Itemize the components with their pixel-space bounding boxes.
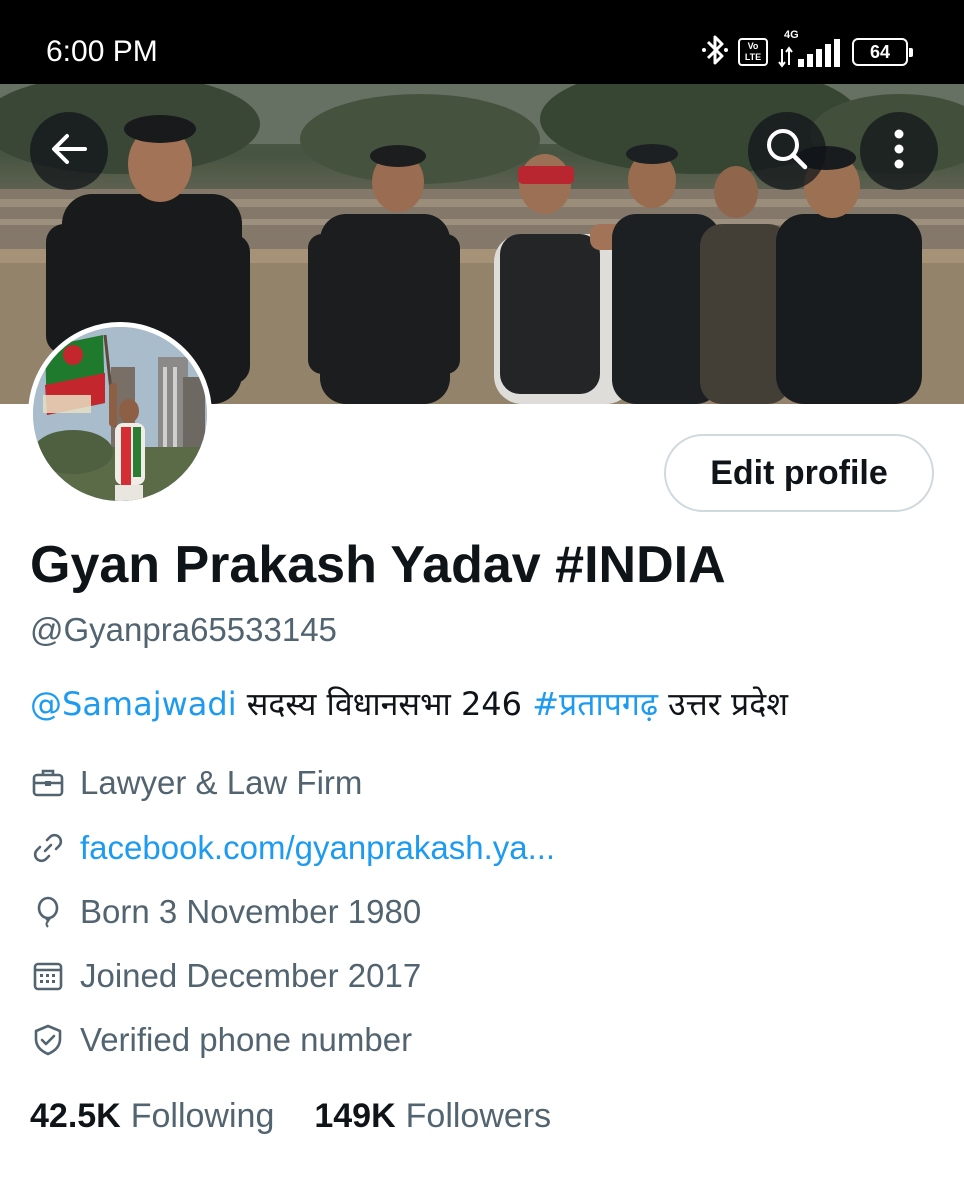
- followers-link[interactable]: 149K Followers: [314, 1094, 551, 1138]
- network-type: 4G: [784, 29, 799, 41]
- user-handle: @Gyanpra65533145: [30, 611, 337, 648]
- avatar-photo: [33, 327, 207, 501]
- website-link[interactable]: facebook.com/gyanprakash.ya...: [80, 828, 555, 868]
- birthday-text: Born 3 November 1980: [80, 893, 422, 930]
- display-name: Gyan Prakash Yadav #INDIA: [30, 536, 726, 594]
- bluetooth-icon: [702, 33, 728, 72]
- more-vertical-icon: [889, 126, 909, 177]
- edit-profile-button[interactable]: Edit profile: [664, 434, 934, 512]
- signal-icon: 4G: [778, 29, 842, 69]
- website-row: facebook.com/gyanprakash.ya...: [30, 826, 555, 870]
- arrow-left-icon: [47, 127, 91, 176]
- shield-check-icon: [30, 1022, 66, 1058]
- birthday-row: Born 3 November 1980: [30, 890, 421, 934]
- status-bar: 6:00 PM Vo LTE 4G 64: [0, 0, 964, 84]
- following-link[interactable]: 42.5K Following: [30, 1094, 274, 1138]
- more-options-button[interactable]: [860, 112, 938, 190]
- verified-text: Verified phone number: [80, 1021, 413, 1058]
- joined-text: Joined December 2017: [80, 957, 422, 994]
- bio-hashtag-link[interactable]: #प्रतापगढ़: [532, 685, 658, 723]
- search-button[interactable]: [748, 112, 826, 190]
- bio-mention-link[interactable]: @Samajwadi: [30, 685, 237, 723]
- verified-row: Verified phone number: [30, 1018, 412, 1062]
- followers-label: Followers: [405, 1097, 552, 1135]
- back-button[interactable]: [30, 112, 108, 190]
- calendar-icon: [30, 958, 66, 994]
- search-icon: [764, 126, 810, 177]
- briefcase-icon: [30, 765, 66, 801]
- avatar[interactable]: [28, 322, 212, 506]
- bio: @Samajwadi सदस्य विधानसभा 246 #प्रतापगढ़…: [30, 684, 788, 724]
- profile-page: 6:00 PM Vo LTE 4G 64 Edit profile Gyan P…: [0, 0, 964, 1200]
- balloon-icon: [30, 894, 66, 930]
- followers-count: 149K: [314, 1097, 396, 1135]
- profession-row: Lawyer & Law Firm: [30, 761, 362, 805]
- status-icons: Vo LTE 4G 64: [702, 29, 913, 72]
- status-time: 6:00 PM: [46, 35, 158, 68]
- following-label: Following: [130, 1097, 275, 1135]
- follow-stats: 42.5K Following 149K Followers: [30, 1094, 551, 1138]
- following-count: 42.5K: [30, 1097, 121, 1135]
- bio-text-location: उत्तर प्रदेश: [657, 685, 789, 723]
- battery-icon: 64: [852, 38, 913, 66]
- profession-text: Lawyer & Law Firm: [80, 764, 363, 801]
- link-icon: [30, 830, 66, 866]
- joined-row: Joined December 2017: [30, 954, 421, 998]
- bio-text: सदस्य विधानसभा 246: [236, 685, 533, 723]
- volte-icon: Vo LTE: [738, 38, 768, 66]
